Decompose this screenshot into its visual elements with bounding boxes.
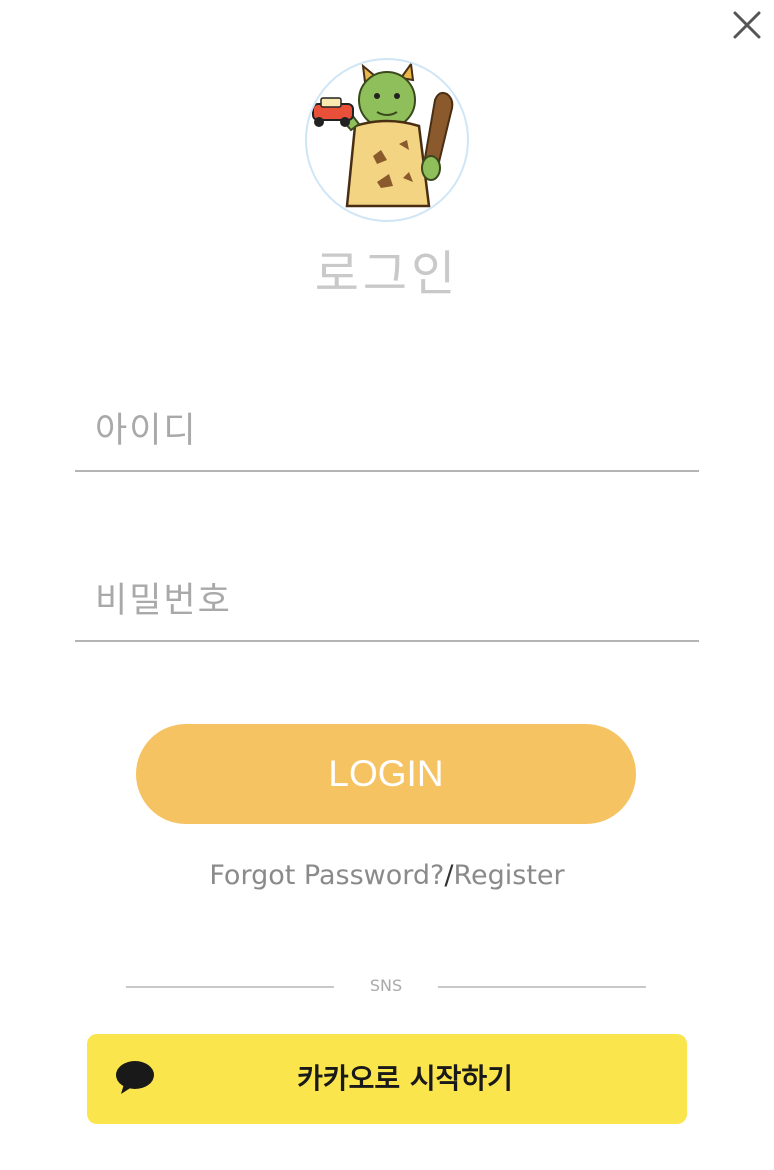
login-button[interactable]: LOGIN [136,724,636,824]
password-input[interactable] [75,546,699,640]
sns-divider-label: SNS [369,976,403,995]
close-button[interactable] [728,6,766,44]
register-link[interactable]: Register [453,860,564,891]
id-field-wrapper [75,376,699,472]
account-links: Forgot Password?/Register [0,860,774,891]
kakao-login-button[interactable]: 카카오로 시작하기 [87,1034,687,1124]
kakao-login-label: 카카오로 시작하기 [297,1062,513,1095]
id-input[interactable] [75,376,699,470]
ogre-mascot-icon [312,61,454,208]
forgot-password-link[interactable]: Forgot Password? [209,860,444,891]
page-title: 로그인 [314,246,460,302]
avatar [305,58,469,222]
password-field-wrapper [75,546,699,642]
sns-divider-left [126,986,334,988]
sns-divider-right [438,986,646,988]
login-dialog: 로그인 LOGIN Forgot Password?/Register SNS … [0,0,774,1170]
close-icon [733,11,761,39]
